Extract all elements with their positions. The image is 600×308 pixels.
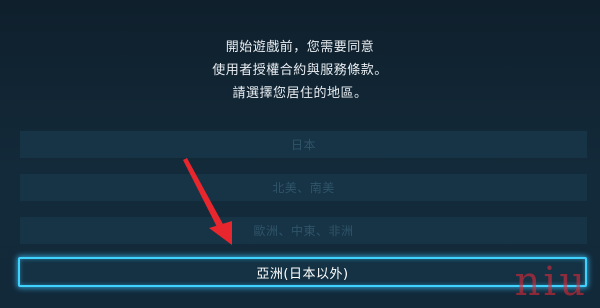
region-select-screen: 開始遊戲前，您需要同意 使用者授權合約與服務條款。 請選擇您居住的地區。 日本 … bbox=[0, 0, 600, 308]
prompt-line-2: 使用者授權合約與服務條款。 bbox=[212, 63, 388, 78]
watermark-logo: niu bbox=[514, 259, 588, 305]
region-button-americas[interactable]: 北美、南美 bbox=[20, 174, 587, 201]
region-button-label: 歐洲、中東、非洲 bbox=[253, 224, 354, 238]
region-button-emea[interactable]: 歐洲、中東、非洲 bbox=[20, 217, 587, 244]
region-prompt: 開始遊戲前，您需要同意 使用者授權合約與服務條款。 請選擇您居住的地區。 bbox=[0, 36, 600, 105]
region-button-label: 北美、南美 bbox=[272, 181, 335, 195]
prompt-line-1: 開始遊戲前，您需要同意 bbox=[225, 40, 375, 55]
region-button-label: 日本 bbox=[290, 138, 316, 152]
region-button-japan[interactable]: 日本 bbox=[20, 131, 587, 158]
region-button-asia[interactable]: 亞洲(日本以外) bbox=[18, 257, 587, 287]
region-button-label: 亞洲(日本以外) bbox=[256, 266, 349, 282]
prompt-line-3: 請選擇您居住的地區。 bbox=[232, 86, 368, 101]
